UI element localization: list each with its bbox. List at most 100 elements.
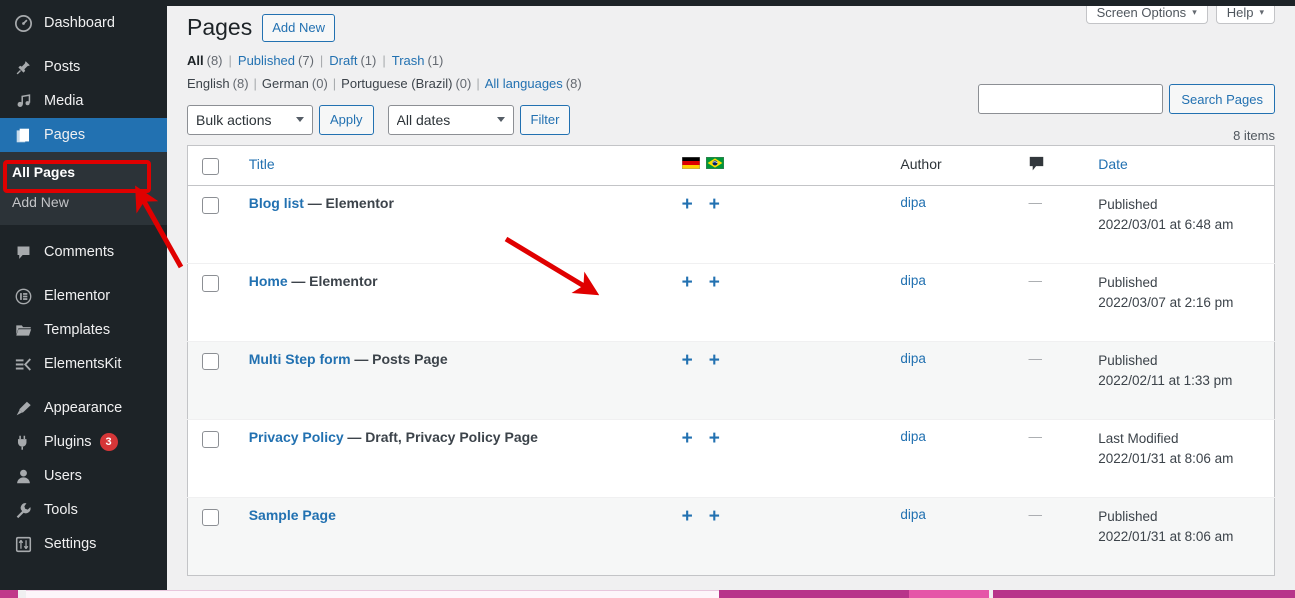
sidebar-item-all-pages[interactable]: All Pages — [0, 158, 167, 188]
sidebar-item-pages[interactable]: Pages — [0, 118, 175, 152]
plus-icon-de[interactable]: + — [682, 273, 693, 292]
search-pages-form: Search Pages — [978, 84, 1275, 114]
row-checkbox[interactable] — [202, 508, 219, 526]
folder-icon — [12, 320, 34, 340]
page-title-link[interactable]: Home — [249, 273, 288, 289]
plus-icon-br[interactable]: + — [709, 429, 720, 448]
status-filter-item: Draft (1) | — [329, 53, 391, 68]
column-header-date-link[interactable]: Date — [1098, 156, 1128, 172]
row-title-cell: Blog list — Elementor — [239, 185, 658, 263]
table-row[interactable]: Blog list — Elementor + + dipa — Publish… — [187, 185, 1275, 264]
sidebar-item-users[interactable]: Users — [0, 459, 167, 493]
sidebar-item-settings[interactable]: Settings — [0, 527, 167, 561]
search-pages-button[interactable]: Search Pages — [1169, 84, 1275, 114]
plus-icon-de[interactable]: + — [682, 507, 693, 526]
sidebar-item-label: Elementor — [44, 287, 111, 304]
table-row[interactable]: Multi Step form — Posts Page + + dipa — … — [187, 340, 1275, 420]
date-status: Last Modified — [1098, 430, 1179, 446]
sidebar-item-posts[interactable]: Posts — [0, 50, 167, 84]
chevron-down-icon: ▾ — [1259, 7, 1264, 17]
status-filter-published[interactable]: Published — [238, 53, 295, 68]
author-link[interactable]: dipa — [900, 273, 926, 288]
page-title-link[interactable]: Privacy Policy — [249, 429, 344, 445]
taskbar-strip — [0, 590, 1295, 598]
row-checkbox[interactable] — [202, 196, 219, 214]
author-link[interactable]: dipa — [900, 195, 926, 210]
row-comments-cell: — — [1018, 496, 1089, 576]
language-filter-count: (0) — [455, 75, 472, 91]
plus-icon-de[interactable]: + — [682, 429, 693, 448]
row-checkbox[interactable] — [202, 352, 219, 370]
sidebar-item-appearance[interactable]: Appearance — [0, 391, 167, 425]
sidebar-item-elementskit[interactable]: ElementsKit — [0, 347, 167, 381]
flag-br-icon — [705, 156, 725, 170]
wrench-icon — [12, 500, 34, 520]
page-title-link[interactable]: Sample Page — [249, 507, 336, 523]
language-filter-item: Portuguese (Brazil) (0) | — [341, 76, 485, 91]
sidebar-item-tools[interactable]: Tools — [0, 493, 167, 527]
search-input[interactable] — [978, 84, 1164, 114]
row-checkbox[interactable] — [202, 430, 219, 448]
sidebar-item-dashboard[interactable]: Dashboard — [0, 6, 167, 40]
table-row[interactable]: Home — Elementor + + dipa — Published 20… — [187, 262, 1275, 342]
select-all-checkbox[interactable] — [202, 157, 219, 175]
status-filter-item: Trash (1) — [392, 53, 444, 68]
table-row[interactable]: Privacy Policy — Draft, Privacy Policy P… — [187, 418, 1275, 498]
table-row[interactable]: Sample Page + + dipa — Published 2022/01… — [187, 496, 1275, 576]
plus-icon-br[interactable]: + — [709, 351, 720, 370]
plus-icon-de[interactable]: + — [682, 195, 693, 214]
plus-icon-br[interactable]: + — [709, 507, 720, 526]
language-filter-count: (8) — [565, 75, 582, 91]
media-icon — [12, 91, 34, 111]
taskbar-segment — [0, 590, 18, 598]
page-title: Pages — [187, 14, 253, 40]
apply-button[interactable]: Apply — [319, 104, 374, 135]
column-header-title: Title — [238, 145, 658, 186]
items-count: 8 items — [1233, 128, 1275, 143]
sidebar-item-label: Comments — [44, 243, 115, 260]
sidebar-item-label: Tools — [44, 501, 78, 518]
sidebar-item-templates[interactable]: Templates — [0, 313, 167, 347]
language-filter-portuguese-brazil[interactable]: Portuguese (Brazil) — [341, 76, 452, 91]
sidebar-item-elementor[interactable]: Elementor — [0, 279, 167, 313]
row-title-cell: Multi Step form — Posts Page — [238, 340, 658, 420]
pages-table-body: Blog list — Elementor + + dipa — Publish… — [187, 185, 1275, 576]
plus-icon-br[interactable]: + — [709, 195, 720, 214]
language-filter-all-languages[interactable]: All languages — [485, 76, 563, 91]
row-checkbox[interactable] — [202, 274, 219, 292]
status-filter-item: All (8) | — [187, 53, 238, 68]
row-comments-cell: — — [1018, 418, 1089, 498]
brush-icon — [12, 398, 34, 418]
sidebar-item-label: Posts — [44, 58, 81, 75]
author-link[interactable]: dipa — [900, 429, 926, 444]
column-header-comments — [1018, 145, 1089, 186]
page-title-link[interactable]: Blog list — [249, 195, 304, 211]
page-title-link[interactable]: Multi Step form — [249, 351, 351, 367]
language-filter-english[interactable]: English — [187, 76, 230, 91]
status-filter-draft[interactable]: Draft — [329, 53, 357, 68]
sidebar-item-add-new[interactable]: Add New — [0, 188, 167, 218]
plus-icon-br[interactable]: + — [709, 273, 720, 292]
filter-button[interactable]: Filter — [519, 104, 571, 135]
sidebar-item-comments[interactable]: Comments — [0, 235, 167, 269]
pages-table: Title Author Date Blog list — Elementor … — [187, 144, 1275, 576]
row-languages-cell: + + — [657, 418, 798, 498]
author-link[interactable]: dipa — [900, 507, 926, 522]
add-new-button[interactable]: Add New — [262, 13, 335, 43]
language-filter-german[interactable]: German — [262, 76, 309, 91]
page-state: Posts Page — [372, 350, 448, 367]
status-filter-trash[interactable]: Trash — [392, 53, 425, 68]
author-link[interactable]: dipa — [900, 351, 926, 366]
dates-filter-select[interactable]: All dates — [387, 104, 514, 135]
sidebar-item-plugins[interactable]: Plugins 3 — [0, 425, 167, 459]
separator: | — [332, 75, 337, 91]
plus-icon-de[interactable]: + — [682, 351, 693, 370]
title-dash: — — [291, 272, 306, 289]
row-checkbox-cell — [187, 262, 239, 342]
bulk-actions-select[interactable]: Bulk actions — [187, 104, 313, 135]
sidebar-item-media[interactable]: Media — [0, 84, 167, 118]
menu-separator — [0, 40, 167, 50]
column-header-title-link[interactable]: Title — [249, 156, 275, 172]
sidebar-item-label: Templates — [44, 321, 111, 338]
status-filter-all[interactable]: All — [187, 53, 204, 68]
